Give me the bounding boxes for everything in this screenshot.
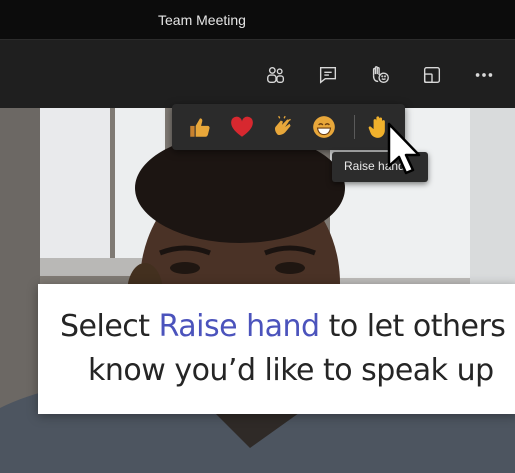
- chat-icon: [319, 66, 337, 84]
- caption-line-1: Select Raise hand to let others: [60, 309, 506, 344]
- people-icon: [267, 66, 285, 84]
- chat-button[interactable]: [313, 60, 343, 90]
- laughing-face-icon: [313, 116, 335, 138]
- rooms-button[interactable]: [417, 60, 447, 90]
- reactions-button[interactable]: [365, 60, 395, 90]
- reactions-flyout: [172, 104, 405, 150]
- rooms-icon: [423, 66, 441, 84]
- reaction-heart[interactable]: [228, 113, 256, 141]
- caption-text: Select: [60, 309, 159, 344]
- reaction-divider: [354, 115, 355, 139]
- caption-highlight: Raise hand: [158, 309, 320, 344]
- heart-icon: [231, 116, 253, 137]
- raise-hand-smile-icon: [372, 66, 389, 84]
- participants-button[interactable]: [261, 60, 291, 90]
- reaction-like[interactable]: [186, 113, 214, 141]
- window-title: Team Meeting: [158, 12, 246, 28]
- instruction-caption: Select Raise hand to let others know you…: [38, 284, 515, 414]
- caption-text: to let others: [319, 309, 506, 344]
- clapping-hands-icon: [274, 115, 291, 136]
- more-icon: [475, 73, 493, 77]
- meeting-toolbar: [0, 40, 515, 108]
- more-actions-button[interactable]: [469, 60, 499, 90]
- thumbs-up-icon: [190, 118, 210, 137]
- reaction-applause[interactable]: [269, 113, 297, 141]
- reaction-laugh[interactable]: [310, 113, 338, 141]
- title-bar: Team Meeting: [0, 0, 515, 40]
- mouse-pointer-icon: [387, 122, 421, 175]
- caption-line-2: know you’d like to speak up: [88, 353, 494, 388]
